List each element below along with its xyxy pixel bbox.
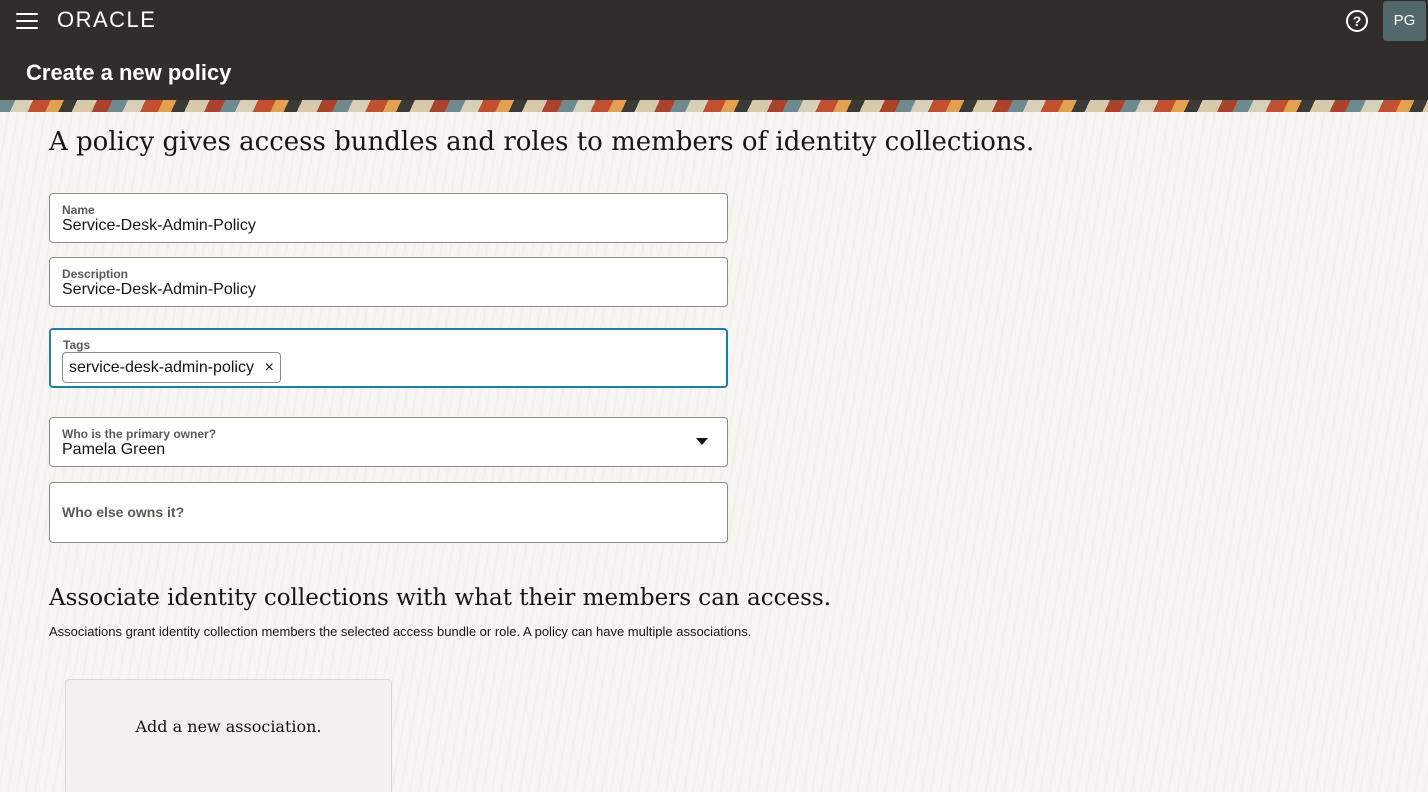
primary-owner-label: Who is the primary owner? — [62, 427, 217, 441]
decorative-banner — [0, 100, 1428, 112]
intro-heading: A policy gives access bundles and roles … — [49, 127, 1035, 157]
tag-chip[interactable]: service-desk-admin-policy × — [62, 352, 281, 383]
description-field-label: Description — [62, 267, 129, 281]
oracle-logo: ORACLE — [57, 7, 157, 32]
tag-chip-label: service-desk-admin-policy — [69, 359, 254, 376]
other-owners-field[interactable]: Who else owns it? — [49, 482, 728, 543]
caret-down-icon[interactable] — [696, 438, 708, 445]
hamburger-menu-icon[interactable] — [14, 10, 40, 32]
page-title: Create a new policy — [26, 60, 232, 85]
description-field-value[interactable]: Service-Desk-Admin-Policy — [62, 281, 256, 299]
add-association-label: Add a new association. — [135, 717, 322, 736]
other-owners-label: Who else owns it? — [62, 504, 185, 520]
name-field-value[interactable]: Service-Desk-Admin-Policy — [62, 217, 256, 235]
help-icon[interactable]: ? — [1346, 10, 1368, 32]
add-association-card[interactable]: Add a new association. — [65, 679, 392, 792]
associations-heading: Associate identity collections with what… — [49, 585, 832, 611]
name-field-label: Name — [62, 203, 95, 217]
tags-field-label: Tags — [63, 338, 91, 352]
tags-field[interactable]: Tags service-desk-admin-policy × — [49, 328, 728, 388]
description-field[interactable]: Description Service-Desk-Admin-Policy — [49, 257, 728, 307]
close-icon[interactable]: × — [265, 353, 274, 382]
primary-owner-select[interactable]: Who is the primary owner? Pamela Green — [49, 417, 728, 467]
primary-owner-value: Pamela Green — [62, 441, 166, 458]
user-avatar[interactable]: PG — [1383, 1, 1426, 41]
top-bar: ORACLE ? PG Create a new policy — [0, 0, 1428, 100]
associations-description: Associations grant identity collection m… — [49, 624, 752, 639]
name-field[interactable]: Name Service-Desk-Admin-Policy — [49, 193, 728, 243]
